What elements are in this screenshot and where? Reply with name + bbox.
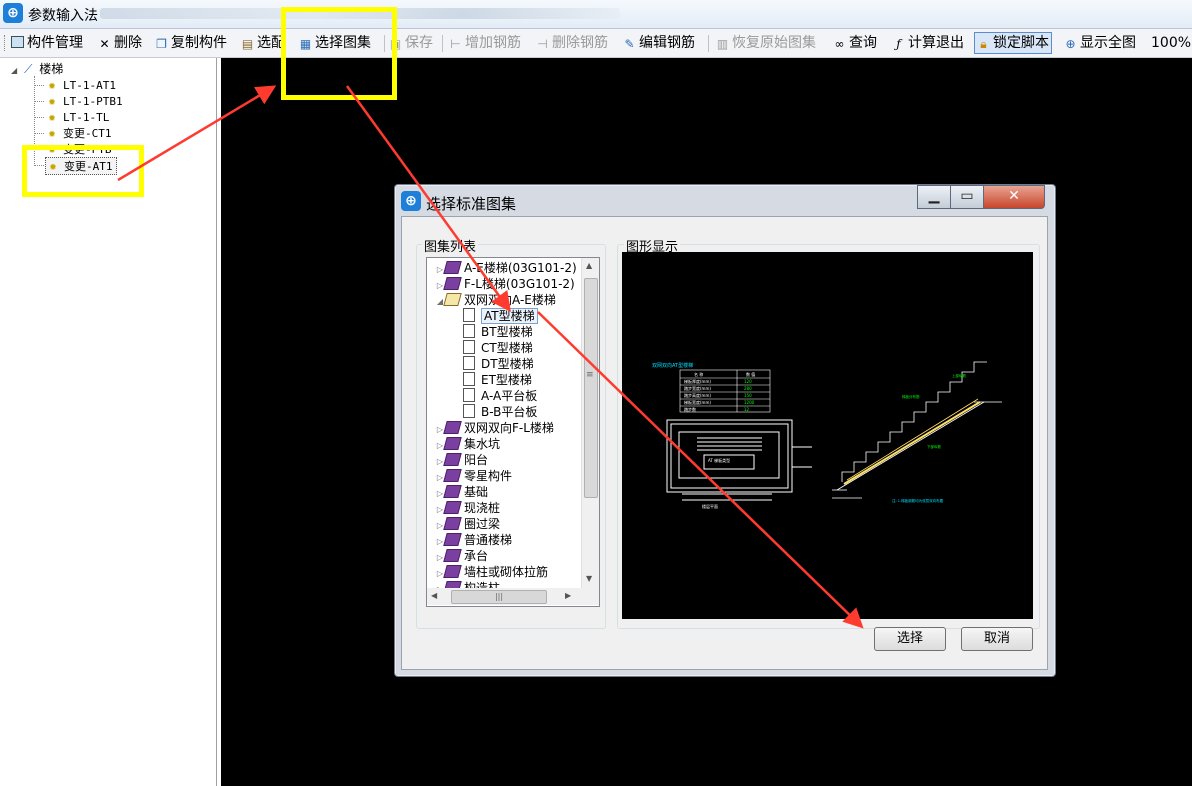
annotation-arrow: [345, 85, 511, 313]
annotation-arrow: [117, 85, 277, 182]
annotation-arrows: [117, 85, 864, 629]
annotation-arrow: [537, 311, 864, 629]
